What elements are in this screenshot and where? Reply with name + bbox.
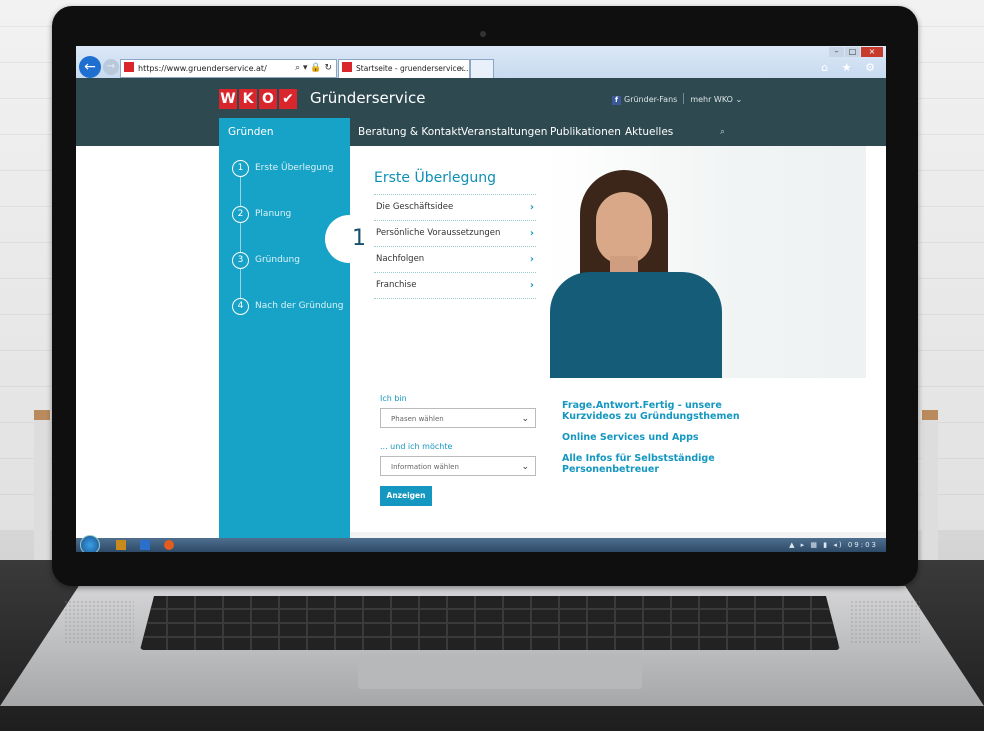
photoshop-icon[interactable] <box>140 540 150 550</box>
anzeigen-button[interactable]: Anzeigen <box>380 486 432 506</box>
system-tray: ▲ ▸ ▦ ▮ ◂) 09:03 <box>789 538 878 552</box>
firefox-icon[interactable] <box>164 540 174 550</box>
address-bar[interactable]: https://www.gruenderservice.at/ ⌕ ▾ 🔒 ↻ <box>120 59 337 78</box>
step-number: 1 <box>232 160 249 177</box>
clock[interactable]: 09:03 <box>848 541 878 549</box>
main-nav: Gründen Beratung & Kontakt Veranstaltung… <box>76 118 886 146</box>
logo-letter: K <box>239 89 257 109</box>
menu-item[interactable]: Persönliche Voraussetzungen › <box>374 220 536 246</box>
forward-button[interactable]: → <box>103 59 119 75</box>
menu-item-label: Die Geschäftsidee <box>376 202 454 212</box>
topic-menu: Die Geschäftsidee › Persönliche Vorausset… <box>374 194 536 299</box>
trackpad <box>358 655 642 689</box>
menu-item-label: Nachfolgen <box>376 254 425 264</box>
chevron-right-icon: › <box>529 228 534 239</box>
sidebar-step-4[interactable]: 4 Nach der Gründung <box>232 298 344 315</box>
wko-logo[interactable]: W K O ✔ <box>219 88 299 109</box>
step-label: Gründung <box>255 255 300 265</box>
nav-item-gruenden[interactable]: Gründen <box>219 118 350 146</box>
address-url: https://www.gruenderservice.at/ <box>138 64 267 73</box>
chevron-right-icon: › <box>529 280 534 291</box>
window-controls: – □ × <box>828 47 883 57</box>
page-title: Erste Überlegung <box>374 170 496 186</box>
illustrator-icon[interactable] <box>116 540 126 550</box>
step-number: 4 <box>232 298 249 315</box>
menu-item[interactable]: Die Geschäftsidee › <box>374 194 536 220</box>
logo-letter: W <box>219 89 237 109</box>
form-label-ich-bin: Ich bin <box>380 394 407 403</box>
link-kurzvideos[interactable]: Frage.Antwort.Fertig - unsere Kurzvideos… <box>562 400 762 422</box>
step-badge: 1 <box>326 216 372 262</box>
windows-taskbar: ▲ ▸ ▦ ▮ ◂) 09:03 <box>76 535 886 552</box>
step-label: Planung <box>255 209 292 219</box>
tray-icons[interactable]: ▲ ▸ ▦ ▮ ◂) <box>789 541 844 549</box>
start-button[interactable] <box>80 535 100 552</box>
header-links: f Gründer-Fans mehr WKO ⌄ <box>612 93 742 106</box>
menu-item[interactable]: Nachfolgen › <box>374 246 536 272</box>
webcam <box>480 31 486 37</box>
sidebar-step-2[interactable]: 2 Planung <box>232 206 291 223</box>
browser-icons[interactable]: ⌂ ★ ⚙ <box>821 61 880 74</box>
speaker-right <box>850 600 920 644</box>
screen: ← → https://www.gruenderservice.at/ ⌕ ▾ … <box>76 46 886 552</box>
tab-close-icon[interactable]: × <box>459 60 465 78</box>
site-favicon-icon <box>124 62 134 72</box>
chevron-right-icon: › <box>529 202 534 213</box>
menu-item-label: Franchise <box>376 280 417 290</box>
select-value: Information wählen <box>391 463 459 471</box>
form-label-moechte: ... und ich möchte <box>380 442 453 451</box>
brand-title[interactable]: Gründerservice <box>310 88 425 108</box>
speaker-left <box>64 600 134 644</box>
decor-left <box>34 410 50 560</box>
search-icon[interactable]: ⌕ <box>720 118 725 146</box>
address-tools[interactable]: ⌕ ▾ 🔒 ↻ <box>295 60 332 77</box>
keyboard-rows <box>140 596 840 650</box>
nav-item-publikationen[interactable]: Publikationen <box>550 118 621 146</box>
step-number: 3 <box>232 252 249 269</box>
tab-title: Startseite - gruenderservice... <box>356 64 469 73</box>
facebook-icon: f <box>612 96 621 105</box>
decor-right <box>922 410 938 560</box>
step-connector <box>240 168 241 306</box>
phase-select[interactable]: Phasen wählen ⌄ <box>380 408 536 428</box>
maximize-icon[interactable]: □ <box>845 47 860 57</box>
chevron-down-icon: ⌄ <box>521 414 529 424</box>
facebook-link[interactable]: Gründer-Fans <box>624 95 677 104</box>
step-sidebar: 1 Erste Überlegung 2 Planung 3 Gründung 4 Na… <box>219 146 350 538</box>
browser-toolbar: ← → https://www.gruenderservice.at/ ⌕ ▾ … <box>76 46 886 78</box>
select-value: Phasen wählen <box>391 415 444 423</box>
chevron-right-icon: › <box>529 254 534 265</box>
nav-item-veranstaltungen[interactable]: Veranstaltungen <box>461 118 547 146</box>
menu-item-label: Persönliche Voraussetzungen <box>376 228 501 238</box>
sidebar-step-3[interactable]: 3 Gründung <box>232 252 300 269</box>
menu-divider <box>374 298 536 299</box>
logo-letter: O <box>259 89 277 109</box>
chevron-down-icon: ⌄ <box>521 462 529 472</box>
divider <box>683 93 685 104</box>
link-online-services[interactable]: Online Services und Apps <box>562 432 762 443</box>
new-tab-button[interactable] <box>470 59 494 78</box>
link-personenbetreuer[interactable]: Alle Infos für Selbstständige Personenbe… <box>562 453 762 475</box>
nav-item-aktuelles[interactable]: Aktuelles <box>625 118 673 146</box>
nav-item-label: Gründen <box>228 126 274 138</box>
nav-item-beratung[interactable]: Beratung & Kontakt <box>358 118 462 146</box>
more-wko-link[interactable]: mehr WKO ⌄ <box>690 95 742 104</box>
browser-tab[interactable]: Startseite - gruenderservice... × <box>338 59 470 78</box>
site-header: W K O ✔ Gründerservice f Gründer-Fans mehr WK… <box>76 78 886 118</box>
quick-links: Frage.Antwort.Fertig - unsere Kurzvideos… <box>562 400 762 485</box>
logo-check-icon: ✔ <box>279 89 297 109</box>
minimize-icon[interactable]: – <box>829 47 844 57</box>
photo-face <box>596 192 652 264</box>
close-window-icon[interactable]: × <box>861 47 883 57</box>
step-label: Erste Überlegung <box>255 163 334 173</box>
info-select[interactable]: Information wählen ⌄ <box>380 456 536 476</box>
tab-favicon-icon <box>342 62 352 72</box>
step-label: Nach der Gründung <box>255 301 344 311</box>
back-button[interactable]: ← <box>79 56 101 78</box>
menu-item[interactable]: Franchise › <box>374 272 536 298</box>
sidebar-step-1[interactable]: 1 Erste Überlegung <box>232 160 333 177</box>
step-number: 2 <box>232 206 249 223</box>
photo-shirt <box>550 272 722 378</box>
